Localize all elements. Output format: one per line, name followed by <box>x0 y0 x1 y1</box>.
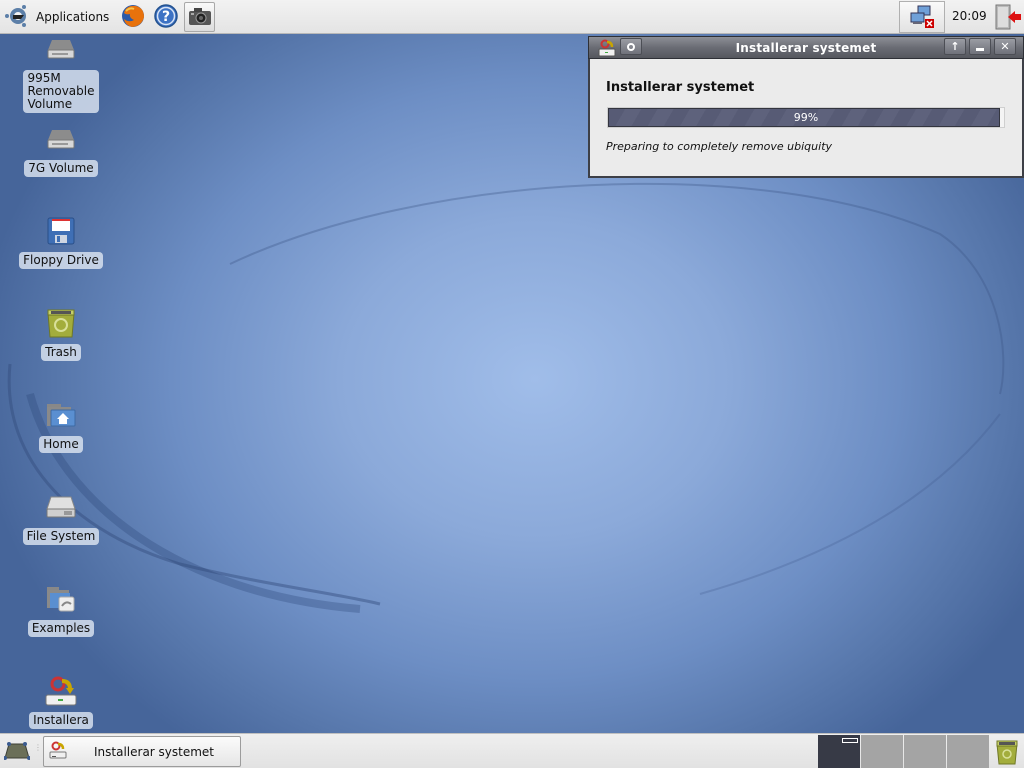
taskbar-item-label: Installerar systemet <box>94 745 215 759</box>
desktop-icon-label: 7G Volume <box>24 160 98 177</box>
svg-text:?: ? <box>162 9 170 25</box>
desktop-icon-label: Trash <box>41 344 81 361</box>
install-progress-bar: 99% <box>607 107 1005 128</box>
applications-menu[interactable]: Applications <box>0 2 115 32</box>
camera-icon <box>188 5 212 30</box>
close-icon: ✕ <box>1000 40 1010 53</box>
progress-text: 99% <box>793 111 819 124</box>
firefox-launcher[interactable] <box>118 2 148 32</box>
logout-button[interactable] <box>994 3 1022 31</box>
network-disconnected-icon <box>909 4 935 31</box>
home-folder-icon <box>44 398 78 432</box>
workspace-2[interactable] <box>861 735 903 768</box>
desktop-icon-installera[interactable]: Installera <box>11 674 111 729</box>
trash-icon <box>44 306 78 340</box>
desktop-icon-label: Home <box>39 436 83 453</box>
desktop-icon-label: 995M Removable Volume <box>23 70 99 113</box>
desktop-icon-home[interactable]: Home <box>11 398 111 453</box>
clock[interactable]: 20:09 <box>952 9 987 23</box>
install-status-text: Preparing to completely remove ubiquity <box>606 140 833 153</box>
top-panel: Applications ? 20:09 <box>0 0 1024 34</box>
examples-folder-icon <box>44 582 78 616</box>
removable-drive-icon <box>44 34 78 66</box>
desktop-icon-label: Floppy Drive <box>19 252 103 269</box>
harddisk-icon <box>44 490 78 524</box>
trash-icon <box>995 740 1019 768</box>
arrow-up-icon: ↑ <box>950 40 960 53</box>
network-tray-button[interactable] <box>899 1 945 33</box>
panel-drag-handle[interactable]: ⋮ <box>34 744 42 758</box>
trash-applet[interactable] <box>995 739 1019 765</box>
help-launcher[interactable]: ? <box>151 2 181 32</box>
workspace-window-preview <box>842 738 858 743</box>
window-minimize-button[interactable] <box>969 38 991 55</box>
firefox-icon <box>120 3 146 32</box>
drive-icon <box>44 122 78 156</box>
bottom-panel: ⋮ Installerar systemet <box>0 733 1024 768</box>
desktop-icon-7g-volume[interactable]: 7G Volume <box>11 122 111 177</box>
taskbar-item-installer[interactable]: Installerar systemet <box>43 736 241 767</box>
xubuntu-logo-icon <box>4 3 30 32</box>
floppy-icon <box>44 214 78 248</box>
workspace-3[interactable] <box>904 735 946 768</box>
installer-window: Installerar systemet ↑ ✕ Installerar sys… <box>588 36 1024 178</box>
show-desktop-icon <box>3 742 31 764</box>
desktop-icon-removable-volume[interactable]: 995M Removable Volume <box>11 34 111 113</box>
minimize-icon <box>976 48 984 51</box>
desktop-icon-label: Installera <box>29 712 93 729</box>
screenshot-launcher[interactable] <box>184 2 216 32</box>
workspace-4[interactable] <box>947 735 989 768</box>
help-icon: ? <box>153 3 179 32</box>
desktop-icon-trash[interactable]: Trash <box>11 306 111 361</box>
desktop-icon-examples[interactable]: Examples <box>11 582 111 637</box>
logout-icon <box>994 4 1022 34</box>
install-heading: Installerar systemet <box>606 80 755 95</box>
desktop-icon-label: File System <box>22 528 100 545</box>
window-maximize-button[interactable]: ↑ <box>944 38 966 55</box>
show-desktop-button[interactable] <box>3 741 31 764</box>
window-titlebar[interactable]: Installerar systemet ↑ ✕ <box>588 36 1024 59</box>
applications-label: Applications <box>36 10 110 24</box>
desktop-icon-label: Examples <box>27 620 95 637</box>
installer-icon <box>44 674 78 708</box>
desktop-icon-file-system[interactable]: File System <box>11 490 111 545</box>
desktop-icon-floppy-drive[interactable]: Floppy Drive <box>11 214 111 269</box>
installer-task-icon <box>48 741 68 763</box>
window-close-button[interactable]: ✕ <box>994 38 1016 55</box>
workspace-1[interactable] <box>818 735 860 768</box>
